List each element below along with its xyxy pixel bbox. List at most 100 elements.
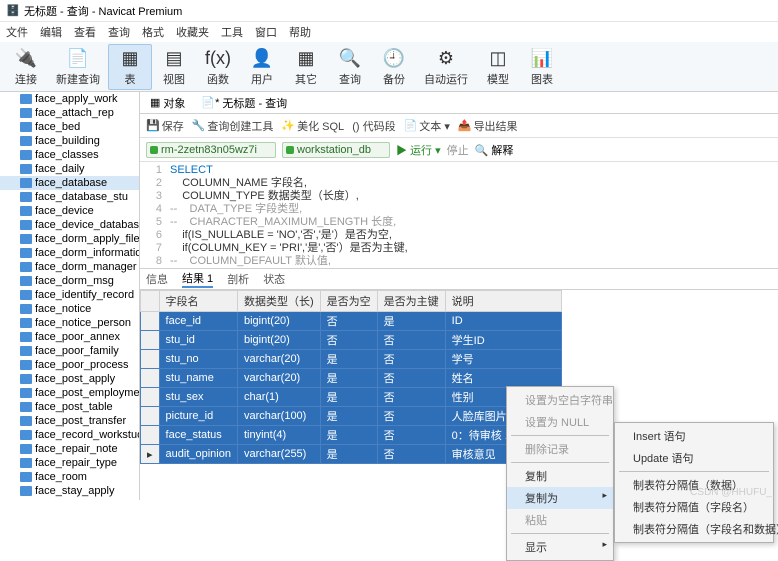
tab-profile[interactable]: 剖析 [227,271,249,287]
query-builder-button[interactable]: 🔧 查询创建工具 [192,118,274,134]
table-face_database_stu[interactable]: face_database_stu [0,190,139,204]
mi-insert-stmt[interactable]: Insert 语句 [615,425,773,447]
table-face_post_table[interactable]: face_post_table [0,400,139,414]
toolbar-新建查询[interactable]: 📄新建查询 [48,45,108,89]
table-face_post_apply[interactable]: face_post_apply [0,372,139,386]
tab-info[interactable]: 信息 [146,271,168,287]
table-row[interactable]: face_statustinyint(4)是否0：待审核 1：已通过 [141,426,562,445]
table-face_repair_note[interactable]: face_repair_note [0,442,139,456]
toolbar-查询[interactable]: 🔍查询 [328,45,372,89]
menu-query[interactable]: 查询 [108,24,130,40]
col-header[interactable]: 字段名 [159,291,237,312]
stop-button[interactable]: 停止 [447,142,469,158]
explain-button[interactable]: 🔍 解释 [475,142,514,158]
table-face_poor_process[interactable]: face_poor_process [0,358,139,372]
mi-set-null[interactable]: 设置为 NULL [507,411,613,433]
export-button[interactable]: 📤 导出结果 [458,118,518,134]
table-face_record_workstudy[interactable]: face_record_workstudy [0,428,139,442]
text-button[interactable]: 📄 文本 ▾ [404,118,450,134]
table-face_dorm_msg[interactable]: face_dorm_msg [0,274,139,288]
table-face_dorm_manager[interactable]: face_dorm_manager [0,260,139,274]
col-header[interactable]: 是否为主键 [377,291,445,312]
server-combo[interactable]: rm-2zetn83n05wz7i [146,142,276,158]
tab-objects[interactable]: ▦对象 [146,93,189,113]
table-row[interactable]: stu_novarchar(20)是否学号 [141,350,562,369]
table-row[interactable]: stu_idbigint(20)否否学生ID [141,331,562,350]
table-face_room[interactable]: face_room [0,470,139,484]
toolbar-函数[interactable]: f(x)函数 [196,45,240,89]
table-row[interactable]: face_idbigint(20)否是ID [141,312,562,331]
mi-tab-field[interactable]: 制表符分隔值（字段名） [615,496,773,518]
table-face_poor_family[interactable]: face_poor_family [0,344,139,358]
menu-tools[interactable]: 工具 [221,24,243,40]
snippet-button[interactable]: () 代码段 [352,118,395,134]
mi-delete-record[interactable]: 删除记录 [507,438,613,460]
menu-file[interactable]: 文件 [6,24,28,40]
sidebar-tables[interactable]: face_apply_workface_attach_repface_bedfa… [0,92,140,500]
menu-favorites[interactable]: 收藏夹 [176,24,209,40]
col-header[interactable]: 是否为空 [320,291,377,312]
context-submenu[interactable]: Insert 语句 Update 语句 制表符分隔值（数据） 制表符分隔值（字段… [614,422,774,543]
table-face_building[interactable]: face_building [0,134,139,148]
table-face_identify_record[interactable]: face_identify_record [0,288,139,302]
table-face_attach_rep[interactable]: face_attach_rep [0,106,139,120]
table-row[interactable]: ▸audit_opinionvarchar(255)是否审核意见 [141,445,562,464]
table-icon [20,416,32,426]
toolbar-图表[interactable]: 📊图表 [520,45,564,89]
col-header[interactable]: 说明 [445,291,561,312]
table-face_repair_type[interactable]: face_repair_type [0,456,139,470]
table-face_stay_apply[interactable]: face_stay_apply [0,484,139,498]
table-face_bed[interactable]: face_bed [0,120,139,134]
mi-show[interactable]: 显示 [507,536,613,558]
table-face_daily[interactable]: face_daily [0,162,139,176]
toolbar-自动运行[interactable]: ⚙自动运行 [416,45,476,89]
table-face_post_transfer[interactable]: face_post_transfer [0,414,139,428]
toolbar-备份[interactable]: 🕘备份 [372,45,416,89]
table-face_dorm_information[interactable]: face_dorm_information [0,246,139,260]
table-row[interactable]: stu_sexchar(1)是否性别 [141,388,562,407]
toolbar-表[interactable]: ▦表 [108,44,152,90]
toolbar-用户[interactable]: 👤用户 [240,45,284,89]
新建查询-icon: 📄 [66,47,90,71]
menu-view[interactable]: 查看 [74,24,96,40]
mi-set-blank[interactable]: 设置为空白字符串 [507,389,613,411]
table-face_apply_work[interactable]: face_apply_work [0,92,139,106]
sql-editor[interactable]: 123456789 SELECT COLUMN_NAME 字段名, COLUMN… [140,162,778,268]
toolbar-视图[interactable]: ▤视图 [152,45,196,89]
mi-update-stmt[interactable]: Update 语句 [615,447,773,469]
mi-copy-as[interactable]: 复制为 [507,487,613,509]
toolbar-其它[interactable]: ▦其它 [284,45,328,89]
menu-help[interactable]: 帮助 [289,24,311,40]
context-menu[interactable]: 设置为空白字符串 设置为 NULL 删除记录 复制 复制为 粘贴 显示 [506,386,614,561]
mi-tab-both[interactable]: 制表符分隔值（字段名和数据） [615,518,773,540]
table-face_database[interactable]: face_database [0,176,139,190]
tab-result[interactable]: 结果 1 [182,270,213,288]
mi-paste[interactable]: 粘贴 [507,509,613,531]
menu-format[interactable]: 格式 [142,24,164,40]
table-icon [20,164,32,174]
table-face_poor_annex[interactable]: face_poor_annex [0,330,139,344]
mi-copy[interactable]: 复制 [507,465,613,487]
table-face_dorm_apply_file[interactable]: face_dorm_apply_file [0,232,139,246]
code-area[interactable]: SELECT COLUMN_NAME 字段名, COLUMN_TYPE 数据类型… [166,162,408,268]
save-button[interactable]: 💾 保存 [146,118,184,134]
beautify-button[interactable]: ✨ 美化 SQL [281,118,344,134]
toolbar-连接[interactable]: 🔌连接 [4,45,48,89]
table-icon [20,472,32,482]
table-face_device[interactable]: face_device [0,204,139,218]
menu-edit[interactable]: 编辑 [40,24,62,40]
table-row[interactable]: picture_idvarchar(100)是否人脸库图片ID [141,407,562,426]
table-face_post_employment[interactable]: face_post_employment [0,386,139,400]
menu-window[interactable]: 窗口 [255,24,277,40]
table-face_device_database[interactable]: face_device_database [0,218,139,232]
tab-status[interactable]: 状态 [263,271,285,287]
table-face_notice[interactable]: face_notice [0,302,139,316]
table-row[interactable]: stu_namevarchar(20)是否姓名 [141,369,562,388]
db-combo[interactable]: workstation_db [282,142,390,158]
table-face_notice_person[interactable]: face_notice_person [0,316,139,330]
run-button[interactable]: ▶ 运行 ▾ [396,142,441,158]
col-header[interactable]: 数据类型（长) [237,291,320,312]
toolbar-模型[interactable]: ◫模型 [476,45,520,89]
tab-query[interactable]: 📄*无标题 - 查询 [197,93,291,113]
table-face_classes[interactable]: face_classes [0,148,139,162]
